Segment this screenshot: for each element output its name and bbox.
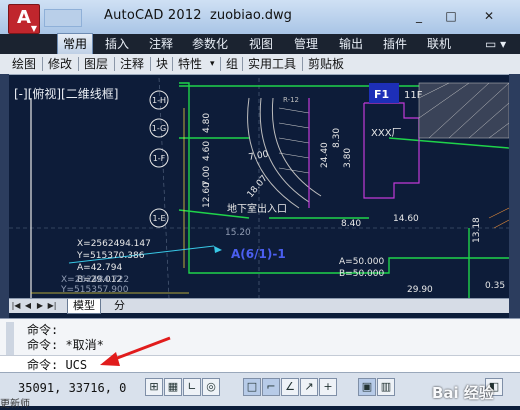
dim-text: 0.35 [485,281,505,291]
tab-annotate[interactable]: 注释 [144,34,178,54]
first-layout-icon[interactable]: |◀ [11,300,21,312]
separator [220,57,221,71]
dim-text: 8.40 [341,219,361,229]
label-f1: F1 [374,88,389,101]
close-button[interactable]: ✕ [474,4,504,28]
dim-text: R-12 [283,96,299,104]
separator [114,57,115,71]
maximize-button[interactable]: □ [436,4,466,28]
autocad-logo-icon: A [17,7,31,28]
separator [150,57,151,71]
chevron-down-icon[interactable]: ▾ [208,54,217,74]
dim-text: 8.30 [332,128,342,148]
tab-insert[interactable]: 插入 [100,34,134,54]
point-label: A(6/1)-1 [231,247,286,261]
tab-manage[interactable]: 管理 [289,34,323,54]
panel-clipboard[interactable]: 剪贴板 [306,54,346,74]
last-layout-icon[interactable]: ▶| [47,300,57,312]
chevron-down-icon: ▼ [30,24,37,33]
tab-online[interactable]: 联机 [422,34,456,54]
coord-text: X=262484.722 [61,275,129,285]
minimize-button[interactable]: _ [404,4,434,28]
layout-tab-bar: |◀ ◀ ▶ ▶| 模型 分 [9,298,509,314]
separator [302,57,303,71]
viewport-controls[interactable]: [-][俯视][二维线框] [14,85,118,102]
tab-home[interactable]: 常用 [57,33,94,54]
ducs-toggle[interactable]: ∠ [281,378,299,396]
panel-layers[interactable]: 图层 [82,54,110,74]
separator [78,57,79,71]
separator [242,57,243,71]
panel-annotation[interactable]: 注释 [118,54,146,74]
dim-text: 4.60 [202,141,212,161]
ortho-toggle[interactable]: ∟ [183,378,201,396]
dim-text: 4.80 [202,113,212,133]
sc-toggle[interactable]: ▥ [377,378,395,396]
axis-label-1e: 1-E [152,214,165,223]
panel-utilities[interactable]: 实用工具 [246,54,298,74]
left-dock-margin [0,74,9,324]
right-dock-margin [509,74,520,324]
dim-text: 3.80 [343,148,353,168]
tab-plugins[interactable]: 插件 [378,34,412,54]
drawing-canvas[interactable]: 1-H 1-G 1-F 1-E 4.80 4.60 7.00 12.60 8.3… [9,78,509,298]
file-name: zuobiao.dwg [210,8,292,23]
ribbon-options-button[interactable]: ▭ ▾ [480,34,511,54]
coordinate-readout[interactable]: 35091, 33716, 0 [18,381,126,395]
ribbon-panel-bar: 绘图 修改 图层 注释 块 特性 ▾ 组 实用工具 剪贴板 [0,54,520,75]
app-title: AutoCAD 2012 [104,8,202,23]
axis-label-1h: 1-H [152,96,166,105]
drawing-graphics: 1-H 1-G 1-F 1-E 4.80 4.60 7.00 12.60 8.3… [9,78,509,298]
dim-text: 13.18 [472,217,482,243]
dim-text: 29.90 [407,285,433,295]
coord-text: A=50.000 [339,257,384,267]
tab-layout[interactable]: 分 [109,299,130,313]
quick-access-toolbar[interactable] [44,9,82,27]
label-11f: 11F [404,90,423,101]
panel-draw[interactable]: 绘图 [10,54,38,74]
coord-text: B=50.000 [339,269,384,279]
coord-text: A=42.794 [77,263,122,273]
axis-label-1g: 1-G [152,124,166,133]
dim-text: 15.20 [225,228,251,238]
road-label: 地下室出入口 [227,202,287,215]
dim-text: 7.00 [248,150,270,163]
dyn-toggle[interactable]: ↗ [300,378,318,396]
lwt-toggle[interactable]: + [319,378,337,396]
qp-toggle[interactable]: ▣ [358,378,376,396]
panel-modify[interactable]: 修改 [46,54,74,74]
ribbon-tab-bar: 常用 插入 注释 参数化 视图 管理 输出 插件 联机 ▭ ▾ [0,33,520,54]
dim-text: 12.60 [202,182,212,208]
dim-text: 24.40 [320,142,330,168]
panel-group[interactable]: 组 [224,54,240,74]
coord-text: Y=515357.900 [60,285,129,295]
dim-text: 14.60 [393,214,419,224]
red-arrow-annotation [100,336,171,366]
separator [172,57,173,71]
label-xxx: XXX厂 [371,128,402,139]
command-input[interactable]: 命令: UCS [27,356,87,373]
next-layout-icon[interactable]: ▶ [35,300,45,312]
panel-properties[interactable]: 特性 [176,54,204,74]
osnap-toggle[interactable]: □ [243,378,261,396]
polar-toggle[interactable]: ◎ [202,378,220,396]
taskbar-fragment: 更新师 [0,399,30,410]
snap-toggle[interactable]: ⊞ [145,378,163,396]
coord-text: X=2562494.147 [77,239,151,249]
watermark: Bai 经验 [432,384,494,402]
separator [42,57,43,71]
tab-view[interactable]: 视图 [244,34,278,54]
prev-layout-icon[interactable]: ◀ [23,300,33,312]
coord-text: Y=515370.386 [76,251,145,261]
application-menu-button[interactable]: A ▼ [8,4,40,34]
dim-text: 18.07 [246,174,270,200]
panel-block[interactable]: 块 [154,54,170,74]
tab-parametric[interactable]: 参数化 [187,34,233,54]
tab-output[interactable]: 输出 [334,34,368,54]
tab-model[interactable]: 模型 [67,299,101,314]
otrack-toggle[interactable]: ⌐ [262,378,280,396]
axis-label-1f: 1-F [153,154,166,163]
grid-toggle[interactable]: ▦ [164,378,182,396]
title-bar: A ▼ AutoCAD 2012 zuobiao.dwg _ □ ✕ [0,0,520,34]
